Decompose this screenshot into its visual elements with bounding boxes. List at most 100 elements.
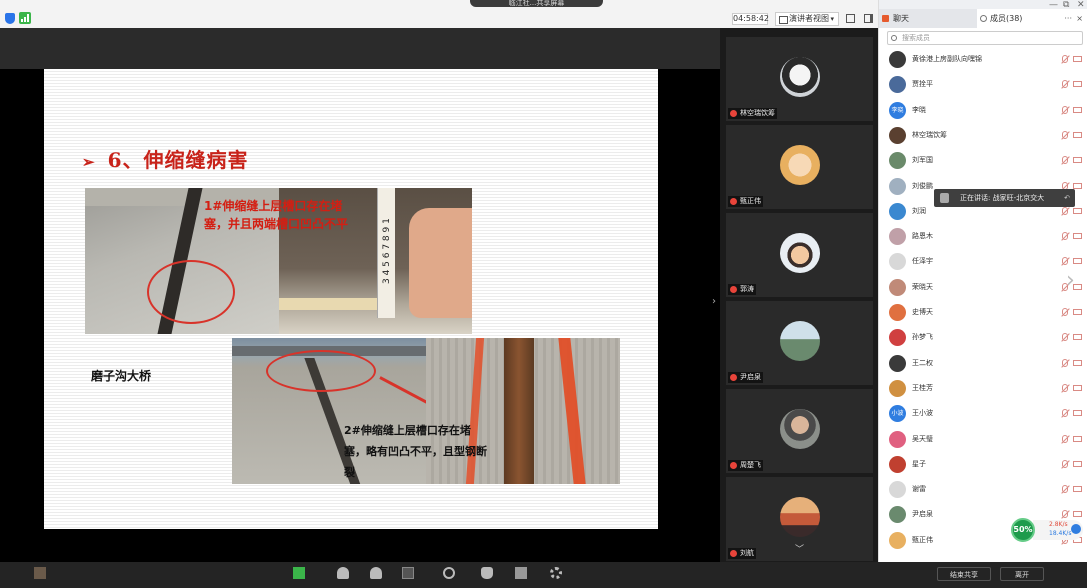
mic-muted-icon[interactable] xyxy=(1062,257,1068,266)
member-row[interactable]: 路恩木 xyxy=(879,224,1082,249)
avatar: 李晓 xyxy=(889,101,906,119)
camera-off-icon[interactable] xyxy=(1073,56,1082,62)
avatar xyxy=(889,76,906,94)
bottom-toolbar: 结束共享 离开 xyxy=(0,562,1087,588)
member-row[interactable]: 贾拴平 xyxy=(879,72,1082,97)
camera-off-icon[interactable] xyxy=(1073,258,1082,265)
fullscreen-icon[interactable] xyxy=(846,14,855,23)
mic-muted-icon[interactable] xyxy=(1062,80,1068,89)
return-icon[interactable]: ↶ xyxy=(1064,189,1070,207)
mic-muted-icon[interactable] xyxy=(1062,55,1068,63)
mic-muted-icon[interactable] xyxy=(1062,409,1068,418)
mic-muted-icon[interactable] xyxy=(1062,333,1068,342)
camera-off-icon[interactable] xyxy=(1073,486,1082,493)
presentation-slide: ➢ 6、伸缩缝病害 3 4 5 6 7 8 9 1 1#伸缩缝上层槽口存在堵塞，并… xyxy=(44,69,658,529)
apps-icon[interactable] xyxy=(515,567,527,579)
member-row[interactable]: 刘军国 xyxy=(879,148,1082,173)
camera-off-icon[interactable] xyxy=(1073,106,1082,113)
participants-icon[interactable] xyxy=(337,567,349,579)
network-monitor[interactable]: 2.8K/s 18.4K/s 50% xyxy=(1011,516,1083,544)
view-mode-dropdown[interactable]: 演讲者视图 ▾ xyxy=(775,12,839,26)
video-tile[interactable]: 郭涛 xyxy=(726,213,873,297)
mic-muted-icon[interactable] xyxy=(1062,206,1068,215)
camera-off-icon[interactable] xyxy=(1073,309,1082,315)
member-row[interactable]: 黄徐港上房副队向嘿锦 xyxy=(879,47,1082,72)
camera-off-icon[interactable] xyxy=(1073,81,1082,88)
mic-muted-icon[interactable] xyxy=(1062,308,1068,316)
member-name: 甄正伟 xyxy=(912,535,933,544)
member-row[interactable]: 史博天 xyxy=(879,300,1082,325)
video-gallery: ︿ 林空瑞饮筹 甄正伟 郭涛 尹启泉 周楚飞 刘航 ﹀ xyxy=(720,28,878,562)
settings-gear-icon[interactable] xyxy=(550,567,562,579)
camera-off-icon[interactable] xyxy=(1073,334,1082,341)
screen-share-title[interactable]: 临江社...共享屏幕 xyxy=(470,0,603,7)
mic-muted-icon[interactable] xyxy=(1062,434,1068,443)
mic-muted-icon[interactable] xyxy=(1062,156,1068,165)
member-row[interactable]: 任泽宇 xyxy=(879,249,1082,274)
camera-off-icon[interactable] xyxy=(1073,182,1082,189)
video-tile[interactable]: 林空瑞饮筹 xyxy=(726,37,873,121)
mic-muted-icon[interactable] xyxy=(1062,459,1068,468)
camera-off-icon[interactable] xyxy=(1073,384,1082,391)
member-row[interactable]: 孙梦飞 xyxy=(879,325,1082,350)
mic-muted-icon[interactable] xyxy=(1062,485,1068,494)
invite-icon[interactable] xyxy=(370,567,382,579)
tab-chat[interactable]: 聊天 xyxy=(879,9,977,28)
member-name: 谢雷 xyxy=(912,485,926,494)
member-name: 任泽宇 xyxy=(912,257,933,266)
tab-members-label: 成员(38) xyxy=(990,14,1023,23)
camera-off-icon[interactable] xyxy=(1073,131,1082,138)
camera-off-icon[interactable] xyxy=(1073,359,1082,366)
mic-icon[interactable] xyxy=(293,567,305,579)
participant-name: 林空瑞饮筹 xyxy=(728,108,777,119)
camera-off-icon[interactable] xyxy=(1073,207,1082,214)
camera-off-icon[interactable] xyxy=(1073,157,1082,164)
share-screen-icon[interactable] xyxy=(402,567,414,579)
layout-toggle-icon[interactable] xyxy=(864,14,873,23)
more-icon[interactable]: ··· xyxy=(1064,9,1072,28)
tab-members[interactable]: 成员(38) ··· × xyxy=(977,9,1087,28)
chat-icon xyxy=(882,15,889,22)
mic-muted-icon[interactable] xyxy=(1062,358,1068,367)
end-share-button[interactable]: 结束共享 xyxy=(937,567,991,581)
speaking-indicator[interactable]: 正在讲话: 战家旺-北京交大 ↶ xyxy=(934,189,1075,207)
member-row[interactable]: 吴天璧 xyxy=(879,427,1082,452)
camera-off-icon[interactable] xyxy=(1073,435,1082,442)
mic-muted-icon[interactable] xyxy=(1062,105,1068,114)
member-row[interactable]: 小波 王小波 xyxy=(879,401,1082,426)
member-row[interactable]: 李晓 李晓 xyxy=(879,98,1082,123)
speaker-avatar-icon xyxy=(940,193,949,203)
mic-muted-icon[interactable] xyxy=(1062,383,1068,392)
member-row[interactable]: 谢雷 xyxy=(879,477,1082,502)
self-video-icon[interactable] xyxy=(34,567,46,579)
leave-button[interactable]: 离开 xyxy=(1000,567,1044,581)
view-mode-label: 演讲者视图 xyxy=(789,14,829,23)
member-row[interactable]: 星子 xyxy=(879,452,1082,477)
avatar xyxy=(889,379,906,397)
video-tile[interactable]: 甄正伟 xyxy=(726,125,873,209)
mic-muted-icon[interactable] xyxy=(1062,232,1068,241)
video-tile[interactable]: 尹启泉 xyxy=(726,301,873,385)
chevron-down-icon: ▾ xyxy=(830,15,834,23)
mic-muted-icon[interactable] xyxy=(1062,130,1068,139)
member-row[interactable]: 王二权 xyxy=(879,351,1082,376)
member-name: 黄徐港上房副队向嘿锦 xyxy=(912,55,982,63)
collapse-arrow-icon[interactable]: › xyxy=(712,296,716,307)
bubble-icon xyxy=(1071,524,1081,534)
member-row[interactable]: 王桂芳 xyxy=(879,376,1082,401)
video-tile[interactable]: 周楚飞 xyxy=(726,389,873,473)
avatar: 小波 xyxy=(889,405,906,423)
member-name: 星子 xyxy=(912,459,926,468)
next-page-icon[interactable]: › xyxy=(1066,268,1084,294)
record-icon[interactable] xyxy=(443,567,455,579)
camera-off-icon[interactable] xyxy=(1073,460,1082,467)
raise-hand-icon[interactable] xyxy=(481,567,493,579)
member-row[interactable]: 荣晓天 xyxy=(879,275,1082,300)
scroll-down-icon[interactable]: ﹀ xyxy=(795,542,804,555)
member-name: 尹启泉 xyxy=(912,510,933,519)
member-search-input[interactable]: 搜索成员 xyxy=(887,31,1083,45)
close-icon[interactable]: × xyxy=(1076,9,1083,28)
camera-off-icon[interactable] xyxy=(1073,233,1082,240)
camera-off-icon[interactable] xyxy=(1073,410,1082,417)
member-row[interactable]: 林空瑞饮筹 xyxy=(879,123,1082,148)
